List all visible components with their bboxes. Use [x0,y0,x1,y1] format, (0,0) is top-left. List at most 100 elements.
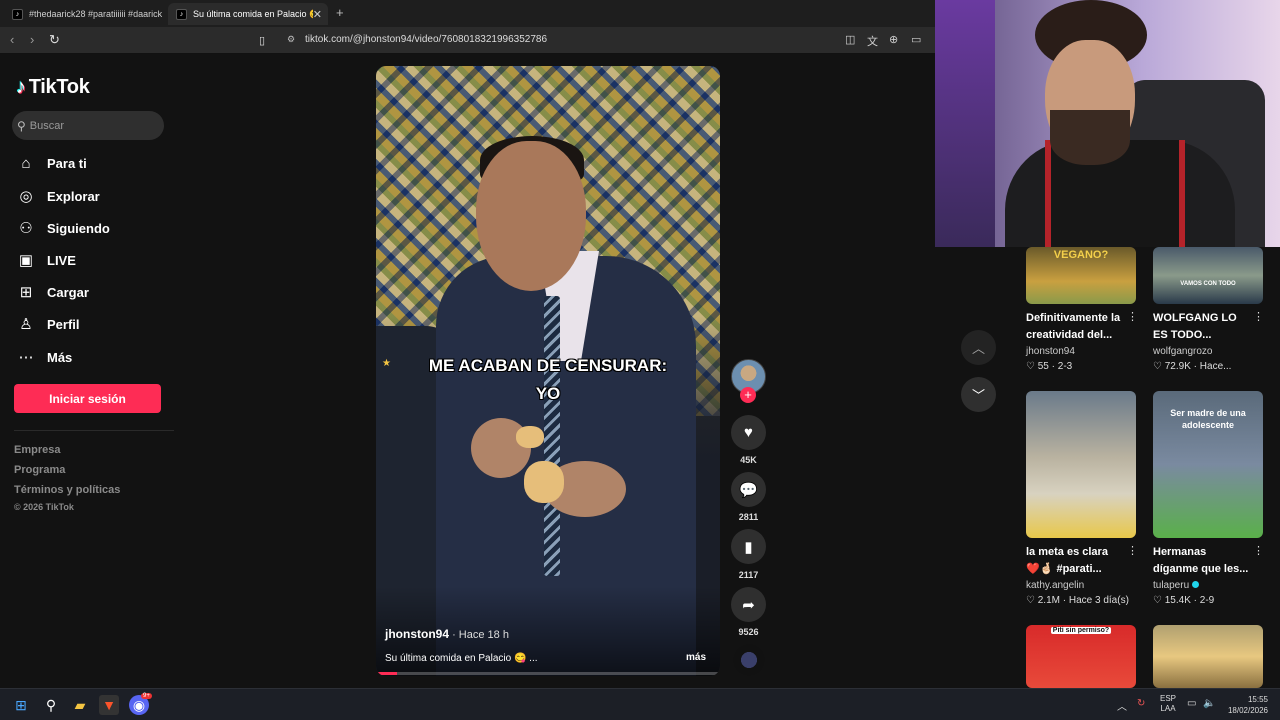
video-card-title[interactable]: la meta es clara ❤️🤞🏻 #parati... [1026,544,1124,578]
video-card-author[interactable]: wolfgangrozo [1153,346,1212,357]
site-info-icon[interactable]: ⚙ [287,34,295,45]
nav-item-mas[interactable]: ⋯ Más [16,345,176,369]
share-button[interactable]: ➦ [731,587,766,622]
back-icon[interactable]: ‹ [10,32,14,47]
tiktok-logo[interactable]: ♪ TikTok [16,76,90,99]
translate-icon[interactable]: 文 [867,33,878,49]
zoom-icon[interactable]: ⊕ [889,33,898,46]
comment-button[interactable]: 💬 [731,472,766,507]
nav-item-live[interactable]: ▣ LIVE [16,248,176,272]
like-count: 15.4K [1164,595,1191,606]
new-tab-button[interactable]: + [336,5,344,20]
music-disc-icon[interactable] [733,644,765,676]
more-options-icon[interactable]: ⋮ [1127,310,1138,323]
tiktok-favicon-icon: ♪ [12,8,23,20]
chevron-up-icon[interactable]: ︿ [1117,698,1127,713]
nav-item-siguiendo[interactable]: ⚇ Siguiendo [16,216,176,240]
nav-label: Explorar [47,188,100,204]
post-age: Hace... [1199,361,1232,372]
previous-video-button[interactable]: ︿ [961,330,996,365]
video-thumbnail[interactable]: VEGANO? [1026,247,1136,304]
footer-link-empresa[interactable]: Empresa [14,444,60,456]
author-name[interactable]: jhonston94 [385,627,449,641]
compass-icon: ◎ [19,188,33,205]
url-text[interactable]: tiktok.com/@jhonston94/video/76080183219… [305,34,547,45]
system-clock[interactable]: 15:55 18/02/2026 [1226,694,1268,716]
video-thumbnail[interactable]: Ser madre de una adolescente [1153,391,1263,538]
divider [14,430,174,431]
video-card-title[interactable]: Definitivamente la creatividad del... [1026,310,1124,344]
share-icon: ➦ [742,596,755,614]
file-explorer-icon[interactable]: ▰ [70,695,90,715]
comment-count: 2811 [738,512,759,522]
reload-icon[interactable]: ↻ [49,32,60,48]
nav-item-explorar[interactable]: ◎ Explorar [16,184,176,208]
search-input[interactable] [29,119,150,132]
video-card-stats: ♡ 55 · 2-3 [1026,361,1073,372]
heart-outline-icon: ♡ [1026,361,1035,372]
browser-tab-2[interactable]: ♪ Su última comida en Palacio 😋 | ✕ [168,3,328,25]
video-card-author[interactable]: jhonston94 [1026,346,1075,357]
close-tab-icon[interactable]: ✕ [313,8,322,21]
live-icon: ▣ [18,252,34,269]
home-icon: ⌂ [21,154,31,172]
webcam-overlay [935,0,1280,247]
brand-name: TikTok [28,76,90,98]
nav-item-perfil[interactable]: ♙ Perfil [16,312,176,336]
video-progress-fill [376,672,397,675]
video-card-author[interactable]: tulaperu [1153,580,1200,591]
more-options-icon[interactable]: ⋮ [1253,310,1264,323]
upload-icon: ⊞ [19,284,33,301]
video-bread [516,426,544,448]
more-options-icon[interactable]: ⋮ [1127,544,1138,557]
video-card-title[interactable]: Hermanas díganme que les... [1153,544,1251,578]
sidebar: ♪ TikTok ⚲ ⌂ Para ti ◎ Explorar ⚇ Siguie… [0,54,185,688]
following-icon: ⚇ [19,220,33,237]
brave-browser-icon[interactable]: ▼ [99,695,119,715]
comment-icon: 💬 [739,481,758,499]
nav-item-para-ti[interactable]: ⌂ Para ti [16,151,176,175]
video-card-stats: ♡ 72.9K · Hace... [1153,361,1232,372]
video-card-title[interactable]: WOLFGANG LO ES TODO... [1153,310,1251,344]
thumbnail-text: VAMOS CON TODO [1180,281,1236,287]
save-button[interactable]: ▮ [731,529,766,564]
video-thumbnail[interactable]: Piti sin permiso? [1026,625,1136,688]
video-person-tie [544,296,560,576]
cast-icon[interactable]: ▭ [911,33,921,46]
tiktok-note-icon: ♪ [16,76,26,98]
more-icon: ⋯ [18,349,34,366]
login-button[interactable]: Iniciar sesión [14,384,161,413]
video-player[interactable]: ★ ME ACABAN DE CENSURAR: YO jhonston94 ·… [376,66,720,676]
more-options-icon[interactable]: ⋮ [1253,544,1264,557]
search-icon[interactable]: ⚲ [41,695,61,715]
chevron-down-icon: ﹀ [971,388,985,403]
like-button[interactable]: ♥ [731,415,766,450]
network-icon[interactable]: ▭ [1187,698,1196,709]
video-thumbnail[interactable] [1026,391,1136,538]
follow-plus-icon[interactable]: + [740,387,756,403]
footer-link-terminos[interactable]: Términos y políticas [14,484,120,496]
search-box[interactable]: ⚲ [12,111,164,140]
browser-tab-1[interactable]: ♪ #thedaarick28 #paratiiiiii #daarick # [4,3,164,25]
footer-link-programa[interactable]: Programa [14,464,65,476]
forward-icon[interactable]: › [30,32,34,47]
author-name[interactable]: tulaperu [1153,580,1189,591]
windows-start-icon[interactable]: ⊞ [11,695,31,715]
heart-icon: ♥ [744,424,753,441]
video-card-author[interactable]: kathy.angelin [1026,580,1084,591]
video-progress-bar[interactable] [376,672,720,675]
like-count: 55 [1037,361,1049,372]
video-card-stats: ♡ 2.1M · Hace 3 día(s) [1026,595,1129,606]
next-video-button[interactable]: ﹀ [961,377,996,412]
video-thumbnail[interactable] [1153,625,1263,688]
volume-icon[interactable]: 🔈 [1203,698,1215,709]
update-icon[interactable]: ↻ [1137,698,1145,709]
bookmark-icon: ▮ [744,538,753,556]
like-count: 72.9K [1164,361,1191,372]
video-thumbnail[interactable]: VAMOS CON TODO [1153,247,1263,304]
language-indicator[interactable]: ESP LAA [1160,694,1176,714]
reader-mode-icon[interactable]: ◫ [845,33,855,46]
nav-item-cargar[interactable]: ⊞ Cargar [16,280,176,304]
video-author[interactable]: jhonston94 · Hace 18 h [385,627,509,641]
caption-more-link[interactable]: más [686,652,706,663]
